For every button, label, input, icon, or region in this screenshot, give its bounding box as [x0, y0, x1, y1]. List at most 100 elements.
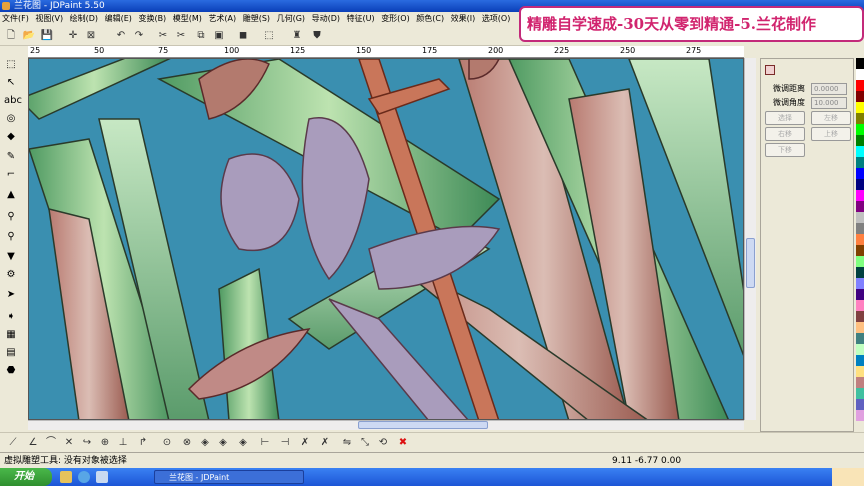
wrench-tool-icon[interactable]: ⚙ [4, 268, 18, 281]
color-swatch[interactable] [856, 201, 864, 212]
menu-feature[interactable]: 特征(U) [347, 14, 375, 23]
circle-point-icon[interactable]: ⊕ [98, 436, 112, 450]
horizontal-scrollbar[interactable] [28, 420, 744, 430]
menu-color[interactable]: 颜色(C) [416, 14, 444, 23]
taskbar-jdpaint-item[interactable]: 兰花图 - JDPaint [154, 470, 304, 484]
menu-options[interactable]: 选项(O) [482, 14, 511, 23]
color-swatch[interactable] [856, 289, 864, 300]
close-icon[interactable]: ✖ [396, 436, 410, 450]
redo-icon[interactable]: ↷ [132, 29, 146, 43]
color-swatch[interactable] [856, 377, 864, 388]
arc-tool-icon[interactable]: ⌒ [44, 436, 58, 450]
color-swatch[interactable] [856, 399, 864, 410]
vertical-scroll-thumb[interactable] [746, 238, 755, 288]
node-tool-icon[interactable]: ↖ [4, 76, 18, 89]
color-swatch[interactable] [856, 102, 864, 113]
snap-point-icon[interactable]: ⊙ [160, 436, 174, 450]
snap-grid-icon[interactable]: ◈ [216, 436, 230, 450]
color-swatch[interactable] [856, 322, 864, 333]
color-swatch[interactable] [856, 234, 864, 245]
rotate-icon[interactable]: ⟲ [376, 436, 390, 450]
panel-icon[interactable] [765, 65, 775, 75]
mirror-icon[interactable]: ⇋ [340, 436, 354, 450]
color-swatch[interactable] [856, 58, 864, 69]
menu-art[interactable]: 艺术(A) [208, 14, 236, 23]
color-swatch[interactable] [856, 179, 864, 190]
pin-tool-icon[interactable]: ⚲ [4, 210, 18, 223]
view-cube-icon[interactable]: ⬚ [262, 29, 276, 43]
snap-mid-icon[interactable]: ⊗ [180, 436, 194, 450]
color-swatch[interactable] [856, 124, 864, 135]
color-swatch[interactable] [856, 223, 864, 234]
fill-tool-icon[interactable]: ◆ [4, 130, 18, 143]
move-right-button[interactable]: 右移 [765, 127, 805, 141]
scale-icon[interactable]: ⤡ [358, 436, 372, 450]
color-swatch[interactable] [856, 146, 864, 157]
color-swatch[interactable] [856, 135, 864, 146]
move-up-button[interactable]: 上移 [811, 127, 851, 141]
circle-tool-icon[interactable]: ◎ [4, 112, 18, 125]
snap-end-icon[interactable]: ◈ [236, 436, 250, 450]
cut-icon[interactable]: ✂ [156, 29, 170, 43]
paste-icon[interactable]: ▣ [212, 29, 226, 43]
dimension-icon[interactable]: ⊣ [278, 436, 292, 450]
nudge-angle-input[interactable]: 10.000 [811, 97, 847, 109]
new-file-icon[interactable]: 🗋 [4, 29, 18, 43]
menu-transform[interactable]: 变换(B) [138, 14, 166, 23]
menu-effect[interactable]: 效果(I) [451, 14, 476, 23]
arrow-tool-icon[interactable]: ➧ [4, 310, 18, 323]
pencil-tool-icon[interactable]: ✎ [4, 150, 18, 163]
tangent-icon[interactable]: ↱ [136, 436, 150, 450]
menu-sweep[interactable]: 导动(D) [312, 14, 340, 23]
layers-tool-icon[interactable]: ▦ [4, 328, 18, 341]
shade-icon[interactable]: ⛊ [310, 29, 324, 43]
measure-icon[interactable]: ⊢ [258, 436, 272, 450]
copy-icon[interactable]: ⧉ [194, 29, 208, 43]
color-swatch[interactable] [856, 344, 864, 355]
knife-tool-icon[interactable]: ⌐ [4, 168, 18, 181]
color-swatch[interactable] [856, 113, 864, 124]
shape-tool-icon[interactable]: ⬣ [4, 364, 18, 377]
render-icon[interactable]: ♜ [290, 29, 304, 43]
menu-sculpt[interactable]: 雕塑(S) [243, 14, 270, 23]
save-icon[interactable]: 💾 [40, 29, 54, 43]
start-button[interactable]: 开始 [0, 468, 52, 486]
color-swatch[interactable] [856, 333, 864, 344]
color-swatch[interactable] [856, 410, 864, 421]
gray-tool-icon[interactable]: ▼ [4, 250, 18, 263]
angle-tool-icon[interactable]: ∠ [26, 436, 40, 450]
menu-view[interactable]: 视图(V) [35, 14, 63, 23]
vertical-scrollbar[interactable] [744, 58, 756, 420]
curve-tool-icon[interactable]: ↪ [80, 436, 94, 450]
horizontal-scroll-thumb[interactable] [358, 421, 488, 429]
cross-tool-icon[interactable]: ✕ [62, 436, 76, 450]
smudge-tool-icon[interactable]: ➤ [4, 288, 18, 301]
perpendicular-icon[interactable]: ⊥ [116, 436, 130, 450]
green-tool-icon[interactable]: ▲ [4, 188, 18, 201]
nudge-distance-input[interactable]: 0.0000 [811, 83, 847, 95]
color-swatch[interactable] [856, 256, 864, 267]
menu-draw[interactable]: 绘制(D) [70, 14, 98, 23]
menu-model[interactable]: 模型(M) [173, 14, 202, 23]
color-swatch[interactable] [856, 278, 864, 289]
layer-icon[interactable]: ◼ [236, 29, 250, 43]
color-swatch[interactable] [856, 91, 864, 102]
color-swatch[interactable] [856, 366, 864, 377]
delete-segment-icon[interactable]: ✗ [318, 436, 332, 450]
green-pin-tool-icon[interactable]: ⚲ [4, 230, 18, 243]
grid-tool-icon[interactable]: ▤ [4, 346, 18, 359]
open-file-icon[interactable]: 📂 [22, 29, 36, 43]
menu-geometry[interactable]: 几何(G) [277, 14, 305, 23]
menu-file[interactable]: 文件(F) [2, 14, 29, 23]
menu-deform[interactable]: 变形(O) [381, 14, 410, 23]
color-swatch[interactable] [856, 300, 864, 311]
color-swatch[interactable] [856, 190, 864, 201]
text-tool-icon[interactable]: abc [4, 94, 22, 107]
color-swatch[interactable] [856, 245, 864, 256]
color-swatch[interactable] [856, 69, 864, 80]
delete-node-icon[interactable]: ✗ [298, 436, 312, 450]
snap-node-icon[interactable]: ◈ [198, 436, 212, 450]
select-tool-icon[interactable]: ⬚ [4, 58, 18, 71]
line-tool-icon[interactable]: ⟋ [6, 436, 20, 450]
move-left-button[interactable]: 左移 [811, 111, 851, 125]
